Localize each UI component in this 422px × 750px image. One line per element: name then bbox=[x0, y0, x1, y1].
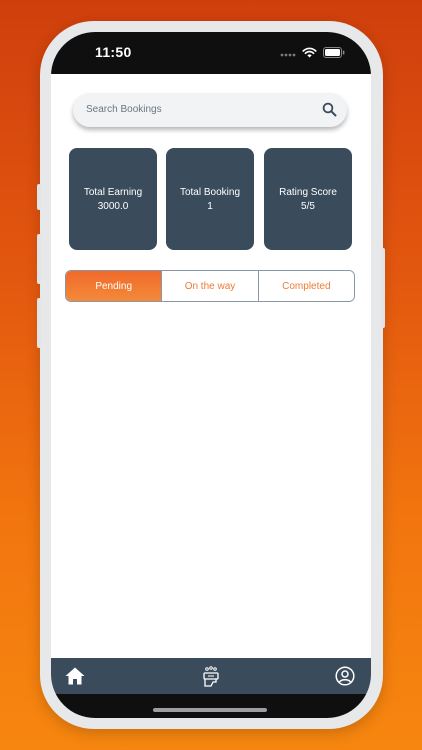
signal-icon bbox=[280, 45, 296, 63]
home-indicator-area bbox=[51, 694, 371, 718]
battery-icon bbox=[323, 45, 345, 63]
profile-icon[interactable] bbox=[335, 666, 355, 691]
stat-value: 3000.0 bbox=[97, 201, 129, 212]
bottom-nav bbox=[51, 658, 371, 694]
stat-card-total-earning[interactable]: Total Earning 3000.0 bbox=[69, 148, 157, 250]
services-icon[interactable] bbox=[201, 666, 221, 693]
stat-card-total-booking[interactable]: Total Booking 1 bbox=[166, 148, 254, 250]
stat-label: Rating Score bbox=[279, 187, 337, 198]
stat-label: Total Booking bbox=[179, 187, 241, 198]
status-bar: 11:50 bbox=[51, 32, 371, 74]
phone-mute-switch bbox=[37, 184, 41, 210]
tab-on-the-way[interactable]: On the way bbox=[161, 271, 258, 301]
search-bar[interactable]: Search Bookings bbox=[73, 93, 347, 127]
status-icons bbox=[280, 45, 345, 63]
home-icon[interactable] bbox=[64, 666, 86, 691]
stat-value: 1 bbox=[207, 201, 213, 212]
search-icon[interactable] bbox=[322, 102, 337, 122]
stat-label: Total Earning bbox=[83, 187, 143, 198]
booking-status-tabs: Pending On the way Completed bbox=[65, 270, 355, 302]
stat-card-rating-score[interactable]: Rating Score 5/5 bbox=[264, 148, 352, 250]
home-indicator[interactable] bbox=[153, 708, 267, 712]
phone-volume-up bbox=[37, 234, 41, 284]
tab-pending[interactable]: Pending bbox=[66, 271, 162, 301]
status-time: 11:50 bbox=[95, 44, 132, 60]
phone-power-button bbox=[381, 248, 385, 328]
stat-value: 5/5 bbox=[301, 201, 315, 212]
phone-volume-down bbox=[37, 298, 41, 348]
wifi-icon bbox=[302, 45, 317, 63]
search-input[interactable]: Search Bookings bbox=[86, 104, 162, 115]
app-screen: 11:50 Search Bookings Total Earning 3000… bbox=[51, 32, 371, 718]
tab-completed[interactable]: Completed bbox=[257, 271, 354, 301]
